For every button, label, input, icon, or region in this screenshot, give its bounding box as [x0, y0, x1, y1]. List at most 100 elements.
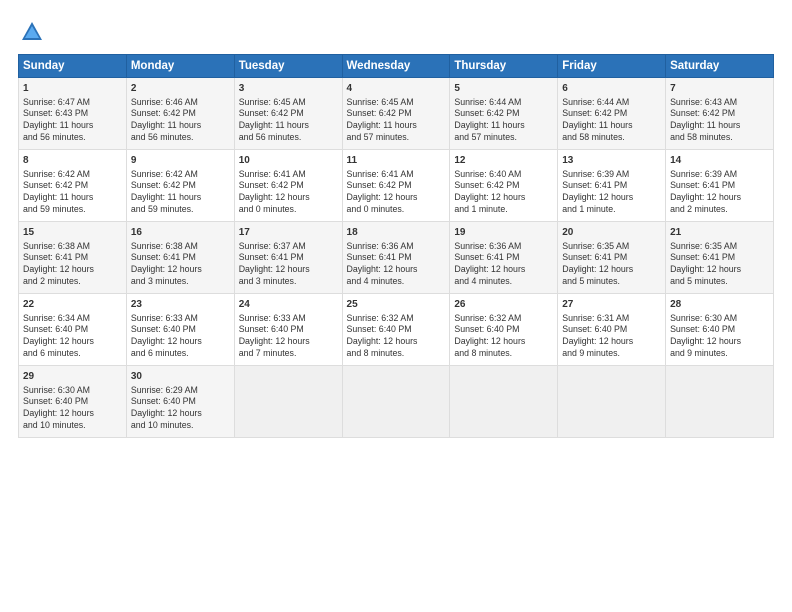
cell-text: Sunrise: 6:30 AM — [670, 313, 769, 325]
cell-text: Sunset: 6:43 PM — [23, 108, 122, 120]
header-row: SundayMondayTuesdayWednesdayThursdayFrid… — [19, 55, 774, 78]
cell-text: Sunset: 6:42 PM — [239, 180, 338, 192]
day-number: 8 — [23, 154, 122, 168]
cell-text: Daylight: 12 hours — [239, 336, 338, 348]
cell-text: and 0 minutes. — [347, 204, 446, 216]
cell-text: Daylight: 12 hours — [131, 336, 230, 348]
cell-text: Sunset: 6:42 PM — [347, 108, 446, 120]
day-number: 18 — [347, 226, 446, 240]
header-cell-monday: Monday — [126, 55, 234, 78]
cell-text: and 8 minutes. — [347, 348, 446, 360]
day-number: 13 — [562, 154, 661, 168]
calendar-week: 22Sunrise: 6:34 AMSunset: 6:40 PMDayligh… — [19, 294, 774, 366]
empty-cell — [558, 366, 666, 438]
day-number: 23 — [131, 298, 230, 312]
cell-text: Daylight: 11 hours — [454, 120, 553, 132]
cell-text: and 59 minutes. — [131, 204, 230, 216]
page: SundayMondayTuesdayWednesdayThursdayFrid… — [0, 0, 792, 612]
cell-text: and 3 minutes. — [239, 276, 338, 288]
calendar-cell: 6Sunrise: 6:44 AMSunset: 6:42 PMDaylight… — [558, 78, 666, 150]
calendar-cell: 21Sunrise: 6:35 AMSunset: 6:41 PMDayligh… — [666, 222, 774, 294]
cell-text: and 10 minutes. — [23, 420, 122, 432]
cell-text: Sunrise: 6:32 AM — [454, 313, 553, 325]
cell-text: Daylight: 12 hours — [23, 336, 122, 348]
calendar-cell: 15Sunrise: 6:38 AMSunset: 6:41 PMDayligh… — [19, 222, 127, 294]
header — [18, 18, 774, 46]
cell-text: Daylight: 12 hours — [562, 264, 661, 276]
header-cell-tuesday: Tuesday — [234, 55, 342, 78]
cell-text: and 4 minutes. — [454, 276, 553, 288]
cell-text: Daylight: 12 hours — [347, 336, 446, 348]
calendar-week: 29Sunrise: 6:30 AMSunset: 6:40 PMDayligh… — [19, 366, 774, 438]
cell-text: Sunset: 6:42 PM — [347, 180, 446, 192]
header-cell-saturday: Saturday — [666, 55, 774, 78]
cell-text: Daylight: 12 hours — [454, 264, 553, 276]
cell-text: and 56 minutes. — [239, 132, 338, 144]
cell-text: Sunset: 6:42 PM — [562, 108, 661, 120]
calendar-cell: 14Sunrise: 6:39 AMSunset: 6:41 PMDayligh… — [666, 150, 774, 222]
day-number: 27 — [562, 298, 661, 312]
cell-text: Sunrise: 6:34 AM — [23, 313, 122, 325]
calendar-week: 15Sunrise: 6:38 AMSunset: 6:41 PMDayligh… — [19, 222, 774, 294]
cell-text: and 59 minutes. — [23, 204, 122, 216]
day-number: 17 — [239, 226, 338, 240]
calendar-cell: 26Sunrise: 6:32 AMSunset: 6:40 PMDayligh… — [450, 294, 558, 366]
cell-text: Daylight: 12 hours — [670, 336, 769, 348]
cell-text: Sunset: 6:42 PM — [23, 180, 122, 192]
cell-text: and 57 minutes. — [454, 132, 553, 144]
cell-text: Sunrise: 6:45 AM — [347, 97, 446, 109]
cell-text: Daylight: 12 hours — [131, 264, 230, 276]
cell-text: and 58 minutes. — [562, 132, 661, 144]
day-number: 5 — [454, 82, 553, 96]
cell-text: Sunrise: 6:35 AM — [562, 241, 661, 253]
cell-text: Sunrise: 6:36 AM — [454, 241, 553, 253]
cell-text: and 5 minutes. — [562, 276, 661, 288]
cell-text: and 1 minute. — [562, 204, 661, 216]
cell-text: and 1 minute. — [454, 204, 553, 216]
header-cell-wednesday: Wednesday — [342, 55, 450, 78]
cell-text: Sunset: 6:41 PM — [347, 252, 446, 264]
cell-text: Sunset: 6:41 PM — [670, 252, 769, 264]
cell-text: Daylight: 12 hours — [454, 192, 553, 204]
calendar-cell: 28Sunrise: 6:30 AMSunset: 6:40 PMDayligh… — [666, 294, 774, 366]
cell-text: Daylight: 11 hours — [347, 120, 446, 132]
empty-cell — [342, 366, 450, 438]
cell-text: Sunset: 6:42 PM — [670, 108, 769, 120]
cell-text: and 3 minutes. — [131, 276, 230, 288]
cell-text: Daylight: 11 hours — [239, 120, 338, 132]
cell-text: and 57 minutes. — [347, 132, 446, 144]
cell-text: Sunrise: 6:44 AM — [454, 97, 553, 109]
calendar-cell: 16Sunrise: 6:38 AMSunset: 6:41 PMDayligh… — [126, 222, 234, 294]
day-number: 29 — [23, 370, 122, 384]
day-number: 10 — [239, 154, 338, 168]
cell-text: Daylight: 12 hours — [562, 192, 661, 204]
cell-text: Daylight: 12 hours — [454, 336, 553, 348]
cell-text: Sunrise: 6:38 AM — [23, 241, 122, 253]
cell-text: and 56 minutes. — [23, 132, 122, 144]
calendar-cell: 20Sunrise: 6:35 AMSunset: 6:41 PMDayligh… — [558, 222, 666, 294]
cell-text: Daylight: 11 hours — [23, 192, 122, 204]
calendar-cell: 12Sunrise: 6:40 AMSunset: 6:42 PMDayligh… — [450, 150, 558, 222]
day-number: 1 — [23, 82, 122, 96]
empty-cell — [234, 366, 342, 438]
cell-text: Sunrise: 6:33 AM — [131, 313, 230, 325]
cell-text: Daylight: 12 hours — [239, 264, 338, 276]
cell-text: and 7 minutes. — [239, 348, 338, 360]
cell-text: Sunset: 6:41 PM — [131, 252, 230, 264]
cell-text: Sunrise: 6:45 AM — [239, 97, 338, 109]
day-number: 21 — [670, 226, 769, 240]
day-number: 19 — [454, 226, 553, 240]
calendar-cell: 30Sunrise: 6:29 AMSunset: 6:40 PMDayligh… — [126, 366, 234, 438]
day-number: 16 — [131, 226, 230, 240]
cell-text: Sunset: 6:40 PM — [347, 324, 446, 336]
calendar-cell: 19Sunrise: 6:36 AMSunset: 6:41 PMDayligh… — [450, 222, 558, 294]
calendar-cell: 2Sunrise: 6:46 AMSunset: 6:42 PMDaylight… — [126, 78, 234, 150]
logo-icon — [18, 18, 46, 46]
cell-text: and 6 minutes. — [23, 348, 122, 360]
cell-text: Sunset: 6:40 PM — [131, 396, 230, 408]
header-cell-thursday: Thursday — [450, 55, 558, 78]
calendar-cell: 4Sunrise: 6:45 AMSunset: 6:42 PMDaylight… — [342, 78, 450, 150]
cell-text: Daylight: 11 hours — [131, 120, 230, 132]
cell-text: Sunrise: 6:39 AM — [670, 169, 769, 181]
cell-text: Sunrise: 6:36 AM — [347, 241, 446, 253]
